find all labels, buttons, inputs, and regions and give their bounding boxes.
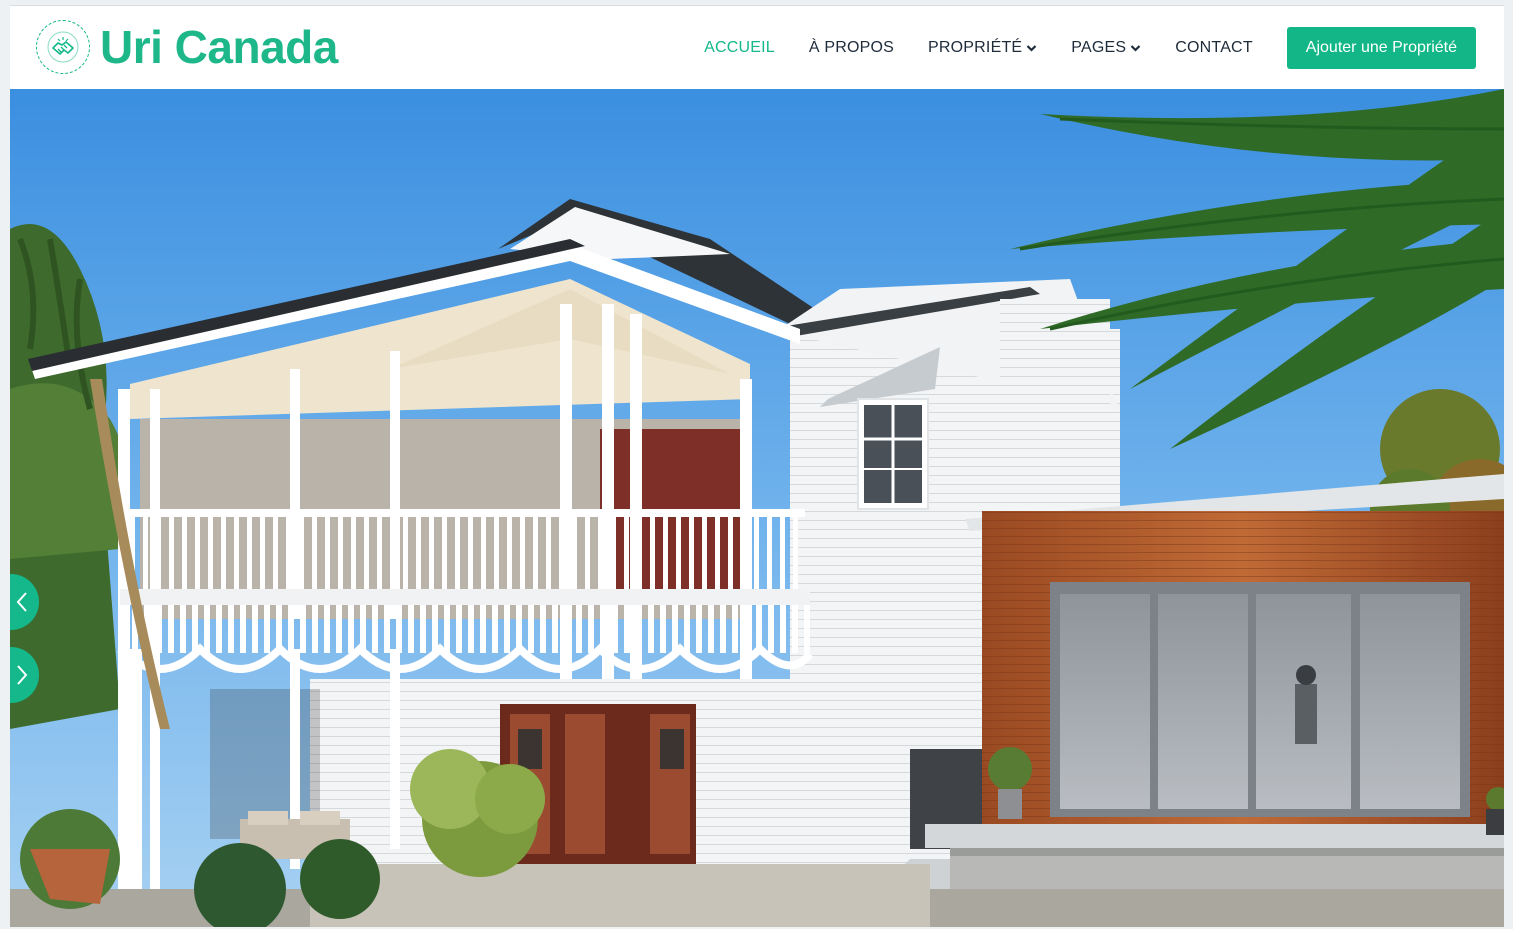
nav-item-label: À PROPOS bbox=[808, 39, 895, 56]
nav-item-contact[interactable]: CONTACT bbox=[1175, 39, 1253, 57]
nav-item-label: PROPRIÉTÉ bbox=[928, 39, 1023, 56]
add-property-button[interactable]: Ajouter une Propriété bbox=[1286, 27, 1476, 69]
brand-name: Uri Canada bbox=[100, 21, 338, 73]
main-nav: ACCUEIL À PROPOS PROPRIÉTÉ PAGES CONTACT bbox=[704, 6, 1504, 90]
nav-item-label: PAGES bbox=[1071, 39, 1127, 56]
page: Uri Canada ACCUEIL À PROPOS PROPRIÉTÉ PA… bbox=[10, 5, 1504, 927]
nav-item-pages[interactable]: PAGES bbox=[1071, 39, 1141, 57]
nav-item-propriete[interactable]: PROPRIÉTÉ bbox=[928, 39, 1037, 57]
nav-item-label: CONTACT bbox=[1175, 39, 1253, 56]
handshake-icon bbox=[36, 20, 90, 74]
hero-slider bbox=[10, 89, 1504, 927]
chevron-down-icon bbox=[1026, 44, 1037, 52]
chevron-right-icon bbox=[15, 664, 29, 686]
hero-image bbox=[10, 89, 1504, 927]
nav-item-label: ACCUEIL bbox=[704, 39, 775, 56]
navbar: Uri Canada ACCUEIL À PROPOS PROPRIÉTÉ PA… bbox=[10, 5, 1504, 90]
nav-item-a-propos[interactable]: À PROPOS bbox=[809, 39, 894, 57]
chevron-down-icon bbox=[1130, 44, 1141, 52]
nav-item-accueil[interactable]: ACCUEIL bbox=[704, 39, 775, 57]
chevron-left-icon bbox=[15, 591, 29, 613]
brand-logo[interactable]: Uri Canada bbox=[36, 20, 338, 74]
